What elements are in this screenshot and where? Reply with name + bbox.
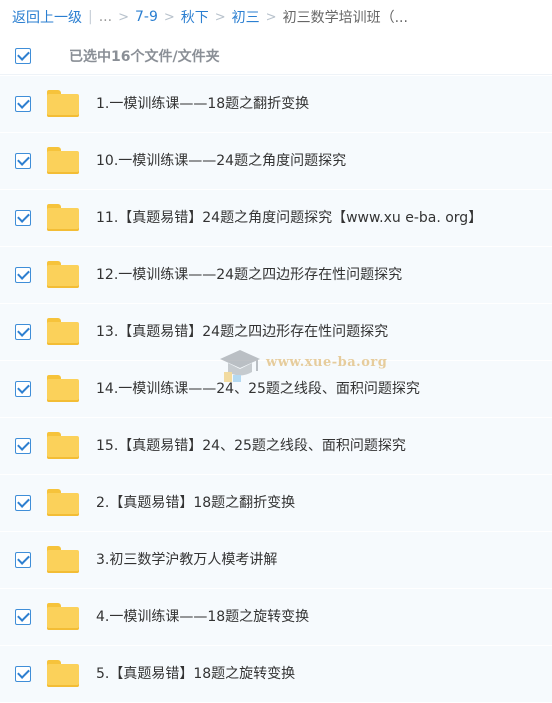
folder-icon [47, 90, 79, 117]
file-name[interactable]: 10.一模训练课——24题之角度问题探究 [96, 133, 346, 189]
row-checkbox[interactable] [15, 666, 31, 682]
row-checkbox[interactable] [15, 210, 31, 226]
row-checkbox[interactable] [15, 552, 31, 568]
row-checkbox[interactable] [15, 96, 31, 112]
file-name[interactable]: 1.一模训练课——18题之翻折变换 [96, 76, 309, 132]
file-row[interactable]: 15.【真题易错】24、25题之线段、面积问题探究 [0, 418, 552, 475]
file-name[interactable]: 12.一模训练课——24题之四边形存在性问题探究 [96, 247, 402, 303]
file-name[interactable]: 2.【真题易错】18题之翻折变换 [96, 475, 295, 531]
file-row[interactable]: 3.初三数学沪教万人模考讲解 [0, 532, 552, 589]
breadcrumb-divider: | [88, 9, 93, 25]
file-row[interactable]: 10.一模训练课——24题之角度问题探究 [0, 133, 552, 190]
file-row[interactable]: 14.一模训练课——24、25题之线段、面积问题探究 [0, 361, 552, 418]
file-row[interactable]: 11.【真题易错】24题之角度问题探究【www.xu e-ba. org】 [0, 190, 552, 247]
row-checkbox[interactable] [15, 609, 31, 625]
breadcrumb-current: 初三数学培训班（... [282, 10, 408, 26]
file-name[interactable]: 5.【真题易错】18题之旋转变换 [96, 646, 295, 702]
breadcrumb-item-qiuxia[interactable]: 秋下 [181, 7, 209, 27]
chevron-right-icon: > [214, 9, 226, 25]
file-row[interactable]: 5.【真题易错】18题之旋转变换 [0, 646, 552, 703]
file-row[interactable]: 12.一模训练课——24题之四边形存在性问题探究 [0, 247, 552, 304]
folder-icon [47, 375, 79, 402]
file-row[interactable]: 1.一模训练课——18题之翻折变换 [0, 76, 552, 133]
row-checkbox[interactable] [15, 267, 31, 283]
breadcrumb-item-7-9[interactable]: 7-9 [135, 9, 158, 25]
folder-icon [47, 546, 79, 573]
file-name[interactable]: 14.一模训练课——24、25题之线段、面积问题探究 [96, 361, 420, 417]
selection-count-label: 已选中16个文件/文件夹 [69, 49, 220, 65]
folder-icon [47, 204, 79, 231]
file-row[interactable]: 2.【真题易错】18题之翻折变换 [0, 475, 552, 532]
row-checkbox[interactable] [15, 438, 31, 454]
file-name[interactable]: 3.初三数学沪教万人模考讲解 [96, 532, 277, 588]
folder-icon [47, 147, 79, 174]
file-name[interactable]: 11.【真题易错】24题之角度问题探究【www.xu e-ba. org】 [96, 190, 482, 246]
select-all-checkbox[interactable] [15, 48, 31, 64]
breadcrumb: 返回上一级 | ... > 7-9 > 秋下 > 初三 > 初三数学培训班（..… [0, 0, 552, 34]
folder-icon [47, 318, 79, 345]
chevron-right-icon: > [118, 9, 129, 25]
file-row[interactable]: 13.【真题易错】24题之四边形存在性问题探究 [0, 304, 552, 361]
file-name[interactable]: 13.【真题易错】24题之四边形存在性问题探究 [96, 304, 388, 360]
file-name[interactable]: 15.【真题易错】24、25题之线段、面积问题探究 [96, 418, 406, 474]
breadcrumb-item-chusan[interactable]: 初三 [232, 7, 260, 27]
file-row[interactable]: 4.一模训练课——18题之旋转变换 [0, 589, 552, 646]
folder-icon [47, 660, 79, 687]
row-checkbox[interactable] [15, 381, 31, 397]
breadcrumb-ellipsis[interactable]: ... [99, 9, 112, 25]
file-name[interactable]: 4.一模训练课——18题之旋转变换 [96, 589, 309, 645]
back-link[interactable]: 返回上一级 [12, 7, 82, 27]
selection-header: 已选中16个文件/文件夹 [0, 38, 552, 75]
folder-icon [47, 432, 79, 459]
folder-icon [47, 261, 79, 288]
folder-icon [47, 603, 79, 630]
chevron-right-icon: > [265, 9, 277, 25]
folder-icon [47, 489, 79, 516]
row-checkbox[interactable] [15, 495, 31, 511]
file-list: 1.一模训练课——18题之翻折变换 10.一模训练课——24题之角度问题探究 1… [0, 76, 552, 703]
row-checkbox[interactable] [15, 153, 31, 169]
chevron-right-icon: > [163, 9, 175, 25]
row-checkbox[interactable] [15, 324, 31, 340]
